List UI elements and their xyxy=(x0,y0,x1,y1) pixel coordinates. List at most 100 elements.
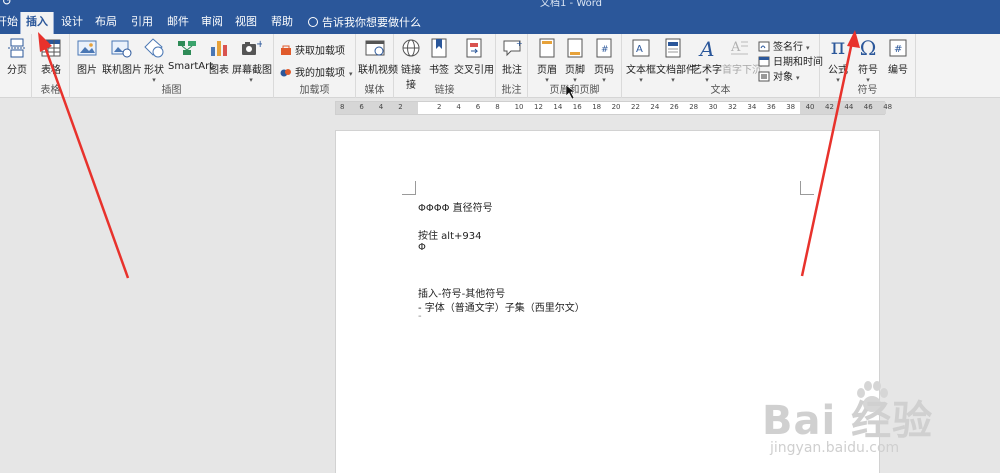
text-cursor: - xyxy=(418,311,422,322)
tab-home[interactable]: 开始 xyxy=(0,12,18,34)
screenshot-camera-icon: + xyxy=(240,37,264,59)
ruler-number: 2 xyxy=(437,103,442,111)
ribbon-tab-bar: 开始 插入 设计 布局 引用 邮件 审阅 视图 帮助 告诉我你想要做什么 xyxy=(0,10,1000,34)
ruler-number: 30 xyxy=(708,103,718,111)
group-links: 链接 接 书签 交叉引用 链接 xyxy=(394,34,496,98)
equation-button[interactable]: π 公式 ▾ xyxy=(824,37,852,85)
group-label-media: 媒体 xyxy=(364,85,385,96)
tab-review[interactable]: 审阅 xyxy=(198,12,226,34)
ruler-number: 20 xyxy=(611,103,621,111)
my-addins-label: 我的加载项 xyxy=(295,68,345,79)
bookmark-label: 书签 xyxy=(429,65,449,76)
title-bar: ↺ 文档1 - Word xyxy=(0,0,1000,10)
bookmark-icon xyxy=(428,37,450,59)
ruler-number: 8 xyxy=(340,103,345,111)
ruler-number: 40 xyxy=(805,103,815,111)
online-picture-icon xyxy=(110,37,132,59)
number-button[interactable]: # 编号 xyxy=(884,37,912,76)
tab-references[interactable]: 引用 xyxy=(128,12,156,34)
quick-parts-button[interactable]: 文档部件 ▾ xyxy=(656,37,696,84)
tab-layout[interactable]: 布局 xyxy=(92,12,120,34)
wordart-button[interactable]: A 艺术字 ▾ xyxy=(692,37,722,84)
header-button[interactable]: 页眉 ▾ xyxy=(534,37,560,84)
table-button[interactable]: 表格 xyxy=(38,37,64,76)
svg-text:#: # xyxy=(601,45,609,55)
ruler-number: 42 xyxy=(825,103,834,111)
textbox-button[interactable]: A 文本框 ▾ xyxy=(626,37,656,84)
page-number-label: 页码 xyxy=(594,65,614,76)
footer-button[interactable]: 页脚 ▾ xyxy=(562,37,588,84)
page-number-button[interactable]: # 页码 ▾ xyxy=(590,37,618,84)
ruler-number: 14 xyxy=(553,103,563,111)
cross-reference-button[interactable]: 交叉引用 xyxy=(454,37,494,76)
equation-label: 公式 xyxy=(828,65,848,76)
screenshot-button[interactable]: + 屏幕截图 ▾ xyxy=(232,37,272,84)
chart-label: 图表 xyxy=(209,65,229,76)
svg-text:A: A xyxy=(636,44,643,55)
signature-label: 签名行 xyxy=(773,42,803,53)
ruler-number: 2 xyxy=(398,103,403,111)
my-addins-icon xyxy=(280,67,292,78)
ruler-number: 10 xyxy=(514,103,524,111)
number-icon: # xyxy=(887,37,909,59)
ruler-left-margin xyxy=(336,102,418,114)
signature-line-button[interactable]: 签名行 ▾ xyxy=(758,38,810,53)
quick-parts-icon xyxy=(662,37,684,59)
page-break-button[interactable]: 分页 xyxy=(4,37,30,76)
ruler-number: 48 xyxy=(883,103,893,111)
tab-help[interactable]: 帮助 xyxy=(268,12,296,34)
horizontal-ruler[interactable]: 8 6 4 2 2 4 6 8 10 12 14 16 18 20 22 24 26 28 30 32 34 36 38 40… xyxy=(335,101,892,115)
group-label-symbols: 符号 xyxy=(857,85,878,96)
doc-line-4: 插入-符号-其他符号 xyxy=(418,289,506,300)
store-icon xyxy=(280,45,292,56)
group-comments: + 批注 批注 xyxy=(496,34,528,98)
comment-button[interactable]: + 批注 xyxy=(499,37,525,76)
my-addins-button[interactable]: 我的加载项 ▾ xyxy=(280,64,353,79)
tab-insert[interactable]: 插入 xyxy=(20,12,54,34)
picture-button[interactable]: 图片 xyxy=(74,37,100,76)
date-time-button[interactable]: 日期和时间 xyxy=(758,53,823,68)
tell-me-text: 告诉我你想要做什么 xyxy=(322,16,421,29)
baidu-watermark: Bai 经验 jingyan.baidu.com xyxy=(762,370,992,470)
undo-icon[interactable]: ↺ xyxy=(2,0,12,8)
bookmark-button[interactable]: 书签 xyxy=(426,37,452,76)
tell-me-search[interactable]: 告诉我你想要做什么 xyxy=(308,13,421,33)
ruler-number: 44 xyxy=(844,103,854,111)
number-label: 编号 xyxy=(888,65,908,76)
ruler-number: 18 xyxy=(592,103,602,111)
online-picture-button[interactable]: 联机图片 xyxy=(102,37,142,76)
ruler-number: 38 xyxy=(786,103,796,111)
drop-cap-button[interactable]: A 首字下沉 xyxy=(722,37,762,76)
tab-mailings[interactable]: 邮件 xyxy=(164,12,192,34)
group-label-header-footer: 页眉和页脚 xyxy=(549,85,600,96)
ruler-number: 8 xyxy=(495,103,500,111)
wordart-label: 艺术字 xyxy=(692,65,722,76)
ruler-number: 16 xyxy=(572,103,582,111)
svg-text:+: + xyxy=(516,39,523,48)
group-addins: 获取加载项 我的加载项 ▾ 加载项 xyxy=(274,34,356,98)
ruler-number: 28 xyxy=(689,103,699,111)
group-media: 联机视频 媒体 xyxy=(356,34,398,98)
group-text: A 文本框 ▾ 文档部件 ▾ A 艺术字 ▾ A 首字下沉 签名行 ▾ 日期和时间… xyxy=(622,34,823,98)
get-addins-button[interactable]: 获取加载项 xyxy=(280,42,345,57)
doc-line-1: ΦΦΦΦ 直径符号 xyxy=(418,203,493,214)
group-label-addins: 加载项 xyxy=(299,85,330,96)
link-label: 链接 xyxy=(401,65,421,76)
cross-reference-label: 交叉引用 xyxy=(454,65,494,76)
ruler-number: 6 xyxy=(359,103,364,111)
shapes-button[interactable]: 形状 ▾ xyxy=(142,37,166,84)
signature-icon xyxy=(758,41,770,52)
online-video-button[interactable]: 联机视频 xyxy=(358,37,398,76)
calendar-icon xyxy=(758,56,770,67)
online-picture-label: 联机图片 xyxy=(102,65,142,76)
chart-button[interactable]: 图表 xyxy=(208,37,230,76)
doc-line-3: Φ xyxy=(418,242,426,253)
ruler-number: 6 xyxy=(475,103,481,111)
link-globe-icon xyxy=(400,37,422,59)
symbol-button[interactable]: Ω 符号 ▾ xyxy=(854,37,882,84)
group-header-footer: 页眉 ▾ 页脚 ▾ # 页码 ▾ 页眉和页脚 xyxy=(528,34,622,98)
group-illustrations: 图片 联机图片 形状 ▾ SmartArt 图表 + 屏幕截图 ▾ 插图 xyxy=(70,34,274,98)
smartart-button[interactable]: SmartArt xyxy=(168,37,213,72)
tab-view[interactable]: 视图 xyxy=(232,12,260,34)
tab-design[interactable]: 设计 xyxy=(58,12,86,34)
